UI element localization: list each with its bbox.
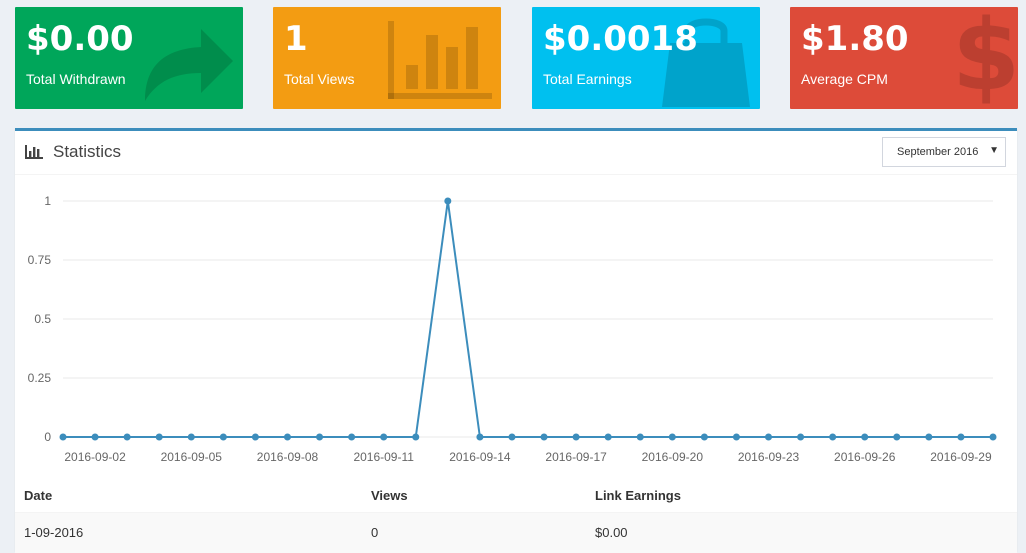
x-tick-label: 2016-09-20	[642, 450, 704, 464]
statistics-title: Statistics	[53, 142, 122, 161]
x-tick-label: 2016-09-11	[353, 450, 414, 464]
data-point	[283, 433, 291, 441]
data-point	[380, 433, 388, 441]
data-point	[316, 433, 324, 441]
data-point	[861, 433, 869, 441]
card-label: Total Views	[284, 71, 355, 87]
total-earnings-card: $0.0018 Total Earnings	[532, 7, 760, 109]
card-value: $0.00	[26, 19, 134, 59]
data-point	[348, 433, 356, 441]
data-point	[765, 433, 773, 441]
card-label: Total Earnings	[543, 71, 632, 87]
data-point	[732, 433, 740, 441]
table-row: 1-09-2016 0 $0.00	[15, 512, 1017, 553]
data-point	[219, 433, 227, 441]
table-header-views: Views	[371, 488, 408, 503]
card-value: $0.0018	[543, 19, 698, 59]
x-tick-label: 2016-09-26	[834, 450, 896, 464]
y-tick-label: 0.75	[28, 253, 52, 267]
month-select[interactable]: September 2016 ▼	[882, 137, 1006, 167]
data-point	[540, 433, 548, 441]
y-tick-label: 0	[44, 430, 51, 444]
data-point	[91, 433, 99, 441]
data-point	[700, 433, 708, 441]
data-point	[444, 197, 452, 205]
table-cell-views: 0	[371, 525, 379, 540]
data-point	[829, 433, 837, 441]
statistics-header: Statistics September 2016 ▼	[15, 131, 1017, 175]
data-point	[668, 433, 676, 441]
card-value: 1	[284, 19, 308, 59]
data-point	[155, 433, 163, 441]
data-point	[604, 433, 612, 441]
data-point	[572, 433, 580, 441]
table-header-date: Date	[24, 488, 53, 503]
data-point	[59, 433, 67, 441]
y-tick-label: 1	[44, 194, 51, 208]
card-label: Average CPM	[801, 71, 888, 87]
data-point	[925, 433, 933, 441]
total-withdrawn-card: $0.00 Total Withdrawn	[15, 7, 243, 109]
data-point	[893, 433, 901, 441]
x-tick-label: 2016-09-08	[257, 450, 319, 464]
data-point	[508, 433, 516, 441]
x-tick-label: 2016-09-02	[64, 450, 126, 464]
month-select-value: September 2016	[897, 146, 979, 158]
data-point	[412, 433, 420, 441]
statistics-panel: Statistics September 2016 ▼ 0 0.25 0.5 0.75…	[15, 128, 1017, 553]
data-point	[989, 433, 997, 441]
table-cell-date: 1-09-2016	[24, 525, 84, 540]
average-cpm-card: $1.80 Average CPM $	[790, 7, 1018, 109]
data-point	[251, 433, 259, 441]
dollar-icon: $	[952, 7, 1018, 109]
table-header-link-earnings: Link Earnings	[595, 488, 681, 503]
x-tick-label: 2016-09-17	[545, 450, 607, 464]
data-point	[187, 433, 195, 441]
y-tick-label: 0.5	[34, 312, 51, 326]
data-point	[957, 433, 965, 441]
chevron-down-icon: ▼	[989, 145, 999, 156]
bar-chart-icon	[25, 145, 43, 159]
x-tick-label: 2016-09-14	[449, 450, 511, 464]
data-point	[123, 433, 131, 441]
y-tick-label: 0.25	[28, 371, 52, 385]
statistics-chart: 0 0.25 0.5 0.75 1 2016-09-02 2016-09-05 2016-09…	[28, 194, 997, 464]
share-arrow-icon	[145, 29, 233, 101]
total-views-card: 1 Total Views	[273, 7, 501, 109]
data-point	[636, 433, 644, 441]
x-tick-label: 2016-09-05	[161, 450, 223, 464]
x-tick-label: 2016-09-29	[930, 450, 992, 464]
card-value: $1.80	[801, 19, 909, 59]
bar-chart-icon	[388, 21, 492, 99]
data-point	[797, 433, 805, 441]
card-label: Total Withdrawn	[26, 71, 126, 87]
x-tick-label: 2016-09-23	[738, 450, 800, 464]
stat-cards: $0.00 Total Withdrawn 1 Total Views $0.0…	[15, 7, 1026, 109]
data-point	[476, 433, 484, 441]
table-cell-earnings: $0.00	[595, 525, 628, 540]
